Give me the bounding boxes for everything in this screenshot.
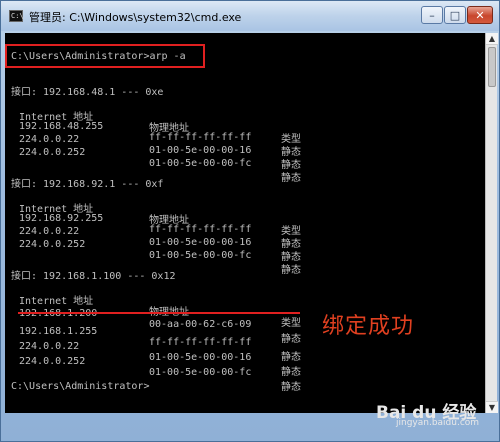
arp-row: 224.0.0.22 01-00-5e-00-00-16 静态 [19,215,459,263]
watermark-url: jingyan.baidu.com [396,418,480,428]
arp-ip: 224.0.0.252 [19,147,86,158]
arp-row: 224.0.0.252 01-00-5e-00-00-fc 静态 [19,345,459,393]
title-bar[interactable]: C:\ 管理员: C:\Windows\system32\cmd.exe – □… [1,1,499,31]
interface-header: 接口: 192.168.1.100 --- 0x12 [11,271,176,282]
column-header-row: Internet 地址 物理地址 类型 [19,189,459,237]
scrollbar-thumb[interactable] [488,47,496,87]
command-highlight-box [5,44,205,68]
close-button[interactable]: ✕ [467,6,493,24]
cmd-app-icon[interactable]: C:\ [9,10,24,22]
bound-entry-underline [18,312,300,314]
column-header-row: Internet 地址 物理地址 类型 [19,281,459,329]
arp-type: 静态 [281,382,301,393]
minimize-button[interactable]: – [421,6,443,24]
arp-row: 224.0.0.22 01-00-5e-00-00-16 静态 [19,123,459,171]
scroll-up-arrow-icon[interactable]: ▲ [486,33,498,45]
interface-header: 接口: 192.168.92.1 --- 0xf [11,179,164,190]
arp-type: 静态 [281,367,301,378]
arp-row: 192.168.48.255 ff-ff-ff-ff-ff-ff 静态 [19,110,459,158]
arp-type: 静态 [281,265,301,276]
arp-row: 224.0.0.252 01-00-5e-00-00-fc 静态 [19,136,459,184]
baidu-jingyan-watermark: Bai du 经验 jingyan.baidu.com [376,396,486,432]
console-output[interactable]: C:\Users\Administrator>arp -a 接口: 192.16… [5,33,485,413]
binding-success-annotation: 绑定成功 [322,314,415,339]
arp-type: 静态 [281,173,301,184]
window-title: 管理员: C:\Windows\system32\cmd.exe [29,11,242,24]
arp-ip: 224.0.0.252 [19,239,86,250]
maximize-button[interactable]: □ [444,6,466,24]
arp-ip: 224.0.0.252 [19,356,86,367]
final-prompt: C:\Users\Administrator> [11,381,150,392]
arp-row: 192.168.92.255 ff-ff-ff-ff-ff-ff 静态 [19,202,459,250]
interface-header: 接口: 192.168.48.1 --- 0xe [11,87,164,98]
arp-mac: 01-00-5e-00-00-fc [149,250,252,261]
scroll-down-arrow-icon[interactable]: ▼ [486,401,498,413]
arp-mac: 01-00-5e-00-00-fc [149,367,252,378]
arp-mac: 01-00-5e-00-00-fc [149,158,252,169]
arp-row: 224.0.0.252 01-00-5e-00-00-fc 静态 [19,228,459,276]
vertical-scrollbar[interactable]: ▲ ▼ [485,33,498,413]
column-header-row: Internet 地址 物理地址 类型 [19,97,459,145]
